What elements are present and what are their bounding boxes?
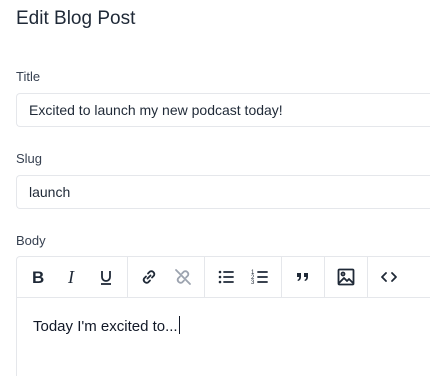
- editor-toolbar: B I 123: [17, 257, 430, 298]
- quote-icon: [297, 273, 308, 281]
- image-icon: [337, 268, 355, 286]
- title-label: Title: [16, 69, 41, 84]
- code-group: [368, 257, 410, 297]
- text-cursor: [178, 316, 180, 334]
- italic-button[interactable]: I: [55, 260, 89, 294]
- unlink-button[interactable]: [166, 260, 200, 294]
- link-button[interactable]: [132, 260, 166, 294]
- svg-text:I: I: [67, 267, 75, 287]
- link-icon: [142, 270, 156, 284]
- editor-content[interactable]: Today I'm excited to...: [17, 298, 430, 353]
- body-text: Today I'm excited to...: [33, 318, 178, 335]
- bulleted-list-button[interactable]: [209, 260, 243, 294]
- slug-input[interactable]: [17, 176, 430, 208]
- svg-text:3: 3: [251, 280, 255, 286]
- slug-label: Slug: [16, 151, 43, 166]
- title-field[interactable]: [16, 93, 430, 127]
- body-label: Body: [16, 233, 46, 248]
- svg-text:B: B: [32, 268, 44, 287]
- blockquote-button[interactable]: [286, 260, 320, 294]
- numbered-list-icon: 123: [251, 270, 268, 286]
- code-button[interactable]: [372, 260, 406, 294]
- quote-group: [282, 257, 325, 297]
- numbered-list-button[interactable]: 123: [243, 260, 277, 294]
- slug-field[interactable]: [16, 175, 430, 209]
- format-group: B I: [17, 257, 128, 297]
- list-group: 123: [205, 257, 282, 297]
- media-group: [325, 257, 368, 297]
- italic-icon: I: [67, 267, 75, 287]
- bold-icon: B: [32, 268, 44, 287]
- bold-button[interactable]: B: [21, 260, 55, 294]
- bulleted-list-icon: [218, 270, 234, 284]
- underline-button[interactable]: [89, 260, 123, 294]
- unlink-icon: [175, 269, 191, 285]
- link-group: [128, 257, 205, 297]
- rich-text-editor: B I 123 Today I'm excited to...: [16, 256, 430, 376]
- image-button[interactable]: [329, 260, 363, 294]
- title-input[interactable]: [17, 94, 430, 126]
- page-title: Edit Blog Post: [16, 8, 136, 29]
- underline-icon: [101, 271, 111, 285]
- code-icon: [381, 272, 397, 282]
